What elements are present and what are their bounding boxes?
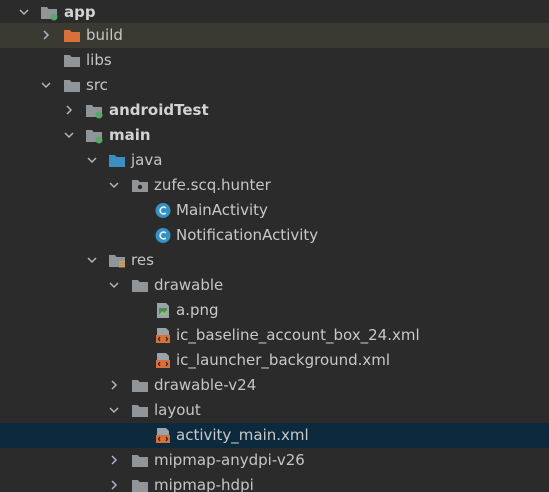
- tree-node-label: drawable-v24: [154, 376, 257, 394]
- tree-node-label: res: [131, 251, 154, 269]
- tree-node-app[interactable]: app: [0, 0, 549, 25]
- source-root-folder-icon: [108, 152, 126, 169]
- tree-node-label: activity_main.xml: [176, 426, 309, 444]
- folder-icon: [131, 277, 149, 294]
- image-file-icon: [154, 302, 172, 319]
- tree-node-label: mipmap-hdpi: [154, 476, 254, 492]
- class-icon: [154, 227, 172, 244]
- tree-node-label: main: [109, 126, 151, 144]
- folder-icon: [131, 402, 149, 419]
- chevron-down-icon[interactable]: [18, 6, 30, 18]
- source-set-folder-icon: [85, 127, 103, 144]
- tree-node-label: drawable: [154, 276, 224, 294]
- resource-folder-icon: [108, 252, 126, 269]
- tree-node-notificationactivity[interactable]: NotificationActivity: [0, 223, 549, 248]
- tree-node-mipmap-anydpi-v26[interactable]: mipmap-anydpi-v26: [0, 448, 549, 473]
- chevron-down-icon[interactable]: [63, 129, 75, 141]
- tree-node-label: androidTest: [109, 101, 209, 119]
- tree-node-main[interactable]: main: [0, 123, 549, 148]
- tree-node-label: build: [86, 26, 123, 44]
- tree-node-layout[interactable]: layout: [0, 398, 549, 423]
- chevron-down-icon[interactable]: [86, 154, 98, 166]
- tree-node-drawable-v24[interactable]: drawable-v24: [0, 373, 549, 398]
- tree-node-label: mipmap-anydpi-v26: [154, 451, 305, 469]
- source-set-folder-icon: [85, 102, 103, 119]
- tree-node-ic-launcher-background[interactable]: ic_launcher_background.xml: [0, 348, 549, 373]
- tree-node-label: zufe.scq.hunter: [154, 176, 271, 194]
- tree-node-label: MainActivity: [176, 201, 268, 219]
- tree-node-java[interactable]: java: [0, 148, 549, 173]
- tree-node-ic-baseline-account-box-24[interactable]: ic_baseline_account_box_24.xml: [0, 323, 549, 348]
- package-folder-icon: [131, 177, 149, 194]
- tree-node-libs[interactable]: libs: [0, 48, 549, 73]
- module-folder-icon: [40, 4, 58, 21]
- xml-file-icon: [154, 352, 172, 369]
- tree-node-label: a.png: [176, 301, 219, 319]
- chevron-down-icon[interactable]: [108, 179, 120, 191]
- folder-icon: [131, 452, 149, 469]
- folder-icon: [131, 377, 149, 394]
- tree-node-label: ic_launcher_background.xml: [176, 351, 391, 369]
- chevron-down-icon[interactable]: [86, 254, 98, 266]
- tree-node-package[interactable]: zufe.scq.hunter: [0, 173, 549, 198]
- tree-node-build[interactable]: build: [0, 23, 549, 48]
- folder-icon: [63, 77, 81, 94]
- tree-node-label: NotificationActivity: [176, 226, 319, 244]
- tree-node-drawable[interactable]: drawable: [0, 273, 549, 298]
- folder-icon: [63, 52, 81, 69]
- chevron-right-icon[interactable]: [40, 29, 52, 41]
- folder-icon: [131, 477, 149, 492]
- chevron-right-icon[interactable]: [63, 104, 75, 116]
- tree-node-label: layout: [154, 401, 201, 419]
- xml-file-icon: [154, 427, 172, 444]
- tree-node-mainactivity[interactable]: MainActivity: [0, 198, 549, 223]
- tree-node-a-png[interactable]: a.png: [0, 298, 549, 323]
- chevron-down-icon[interactable]: [108, 404, 120, 416]
- chevron-down-icon[interactable]: [40, 79, 52, 91]
- tree-node-activity-main[interactable]: activity_main.xml: [0, 423, 549, 448]
- tree-node-label: ic_baseline_account_box_24.xml: [176, 326, 420, 344]
- tree-node-src[interactable]: src: [0, 73, 549, 98]
- tree-node-mipmap-hdpi[interactable]: mipmap-hdpi: [0, 473, 549, 492]
- tree-node-label: libs: [86, 51, 112, 69]
- tree-node-androidtest[interactable]: androidTest: [0, 98, 549, 123]
- class-icon: [154, 202, 172, 219]
- chevron-right-icon[interactable]: [108, 454, 120, 466]
- xml-file-icon: [154, 327, 172, 344]
- excluded-folder-icon: [63, 27, 81, 44]
- chevron-right-icon[interactable]: [108, 479, 120, 491]
- tree-node-label: src: [86, 76, 108, 94]
- tree-node-label: java: [131, 151, 163, 169]
- tree-node-label: app: [64, 3, 96, 21]
- chevron-right-icon[interactable]: [108, 379, 120, 391]
- chevron-down-icon[interactable]: [108, 279, 120, 291]
- tree-node-res[interactable]: res: [0, 248, 549, 273]
- project-tree: app build libs src androidTest main java…: [0, 0, 549, 492]
